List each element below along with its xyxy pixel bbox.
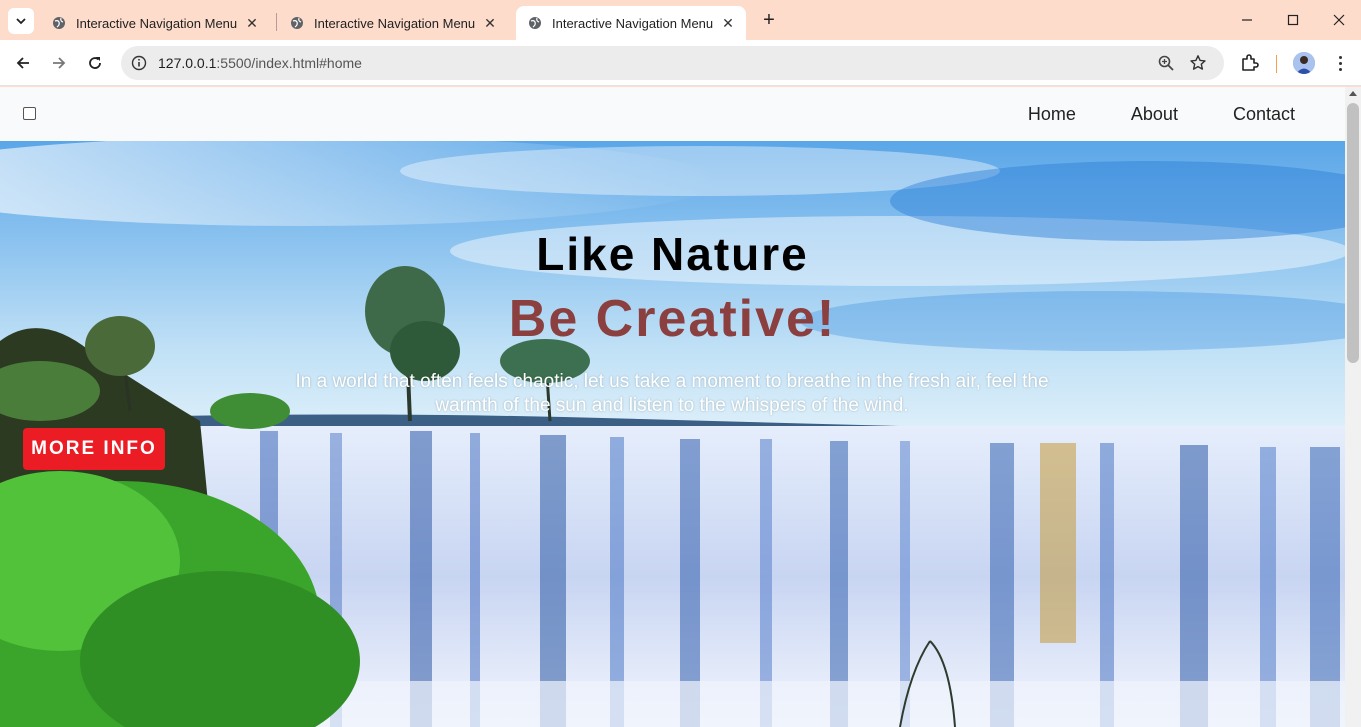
maximize-icon[interactable] <box>1270 6 1316 34</box>
page-scrollbar[interactable] <box>1345 87 1361 727</box>
url-host: 127.0.0.1 <box>158 55 217 71</box>
tab-title: Interactive Navigation Menu <box>76 15 238 31</box>
url-path: :5500/index.html#home <box>216 55 362 71</box>
nav-link-contact[interactable]: Contact <box>1233 104 1295 125</box>
more-info-button[interactable]: MORE INFO <box>23 428 165 470</box>
hero-title: Like Nature <box>536 228 809 280</box>
address-bar[interactable]: 127.0.0.1:5500/index.html#home <box>121 46 1224 80</box>
menu-icon[interactable] <box>1330 52 1350 74</box>
forward-icon[interactable] <box>45 49 73 77</box>
nav-links: Home About Contact <box>973 87 1295 141</box>
url-text[interactable]: 127.0.0.1:5500/index.html#home <box>158 55 362 71</box>
scrollbar-thumb[interactable] <box>1347 103 1359 363</box>
chevron-down-icon <box>16 18 26 25</box>
scroll-up-arrow-icon[interactable] <box>1349 91 1357 96</box>
browser-toolbar: 127.0.0.1:5500/index.html#home <box>0 40 1361 86</box>
browser-tab[interactable]: Interactive Navigation Menu ✕ <box>40 6 270 40</box>
minimize-icon[interactable] <box>1224 6 1270 34</box>
nav-link-about[interactable]: About <box>1131 104 1178 125</box>
hero-section: Like Nature Be Creative! In a world that… <box>0 141 1345 727</box>
tab-separator <box>276 13 277 31</box>
tab-title: Interactive Navigation Menu <box>314 15 476 31</box>
hero-subtitle: Be Creative! <box>508 290 837 348</box>
page-viewport: Home About Contact Like Nature Be Creati… <box>0 87 1345 727</box>
globe-icon <box>529 17 541 29</box>
globe-icon <box>291 17 303 29</box>
hero-description: In a world that often feels chaotic, let… <box>295 371 1049 416</box>
back-icon[interactable] <box>9 49 37 77</box>
close-icon[interactable]: ✕ <box>482 15 498 31</box>
tab-title: Interactive Navigation Menu <box>552 15 714 31</box>
toolbar-divider <box>1276 55 1277 73</box>
tab-search-button[interactable] <box>8 8 34 34</box>
globe-icon <box>53 17 65 29</box>
plus-icon[interactable]: + <box>758 9 780 31</box>
browser-tab[interactable]: Interactive Navigation Menu ✕ <box>278 6 508 40</box>
star-icon[interactable] <box>1189 54 1207 72</box>
reload-icon[interactable] <box>81 49 109 77</box>
browser-tab-active[interactable]: Interactive Navigation Menu ✕ <box>516 6 746 40</box>
close-icon[interactable]: ✕ <box>720 15 736 31</box>
site-navbar: Home About Contact <box>0 87 1345 141</box>
menu-toggle-checkbox[interactable] <box>23 107 36 120</box>
nav-link-home[interactable]: Home <box>1028 104 1076 125</box>
close-window-icon[interactable] <box>1316 6 1361 34</box>
zoom-icon[interactable] <box>1157 54 1175 72</box>
tab-strip: Interactive Navigation Menu ✕ Interactiv… <box>0 0 1361 40</box>
avatar[interactable] <box>1293 52 1315 74</box>
info-icon[interactable] <box>131 55 147 71</box>
close-icon[interactable]: ✕ <box>244 15 260 31</box>
extensions-icon[interactable] <box>1239 53 1259 73</box>
